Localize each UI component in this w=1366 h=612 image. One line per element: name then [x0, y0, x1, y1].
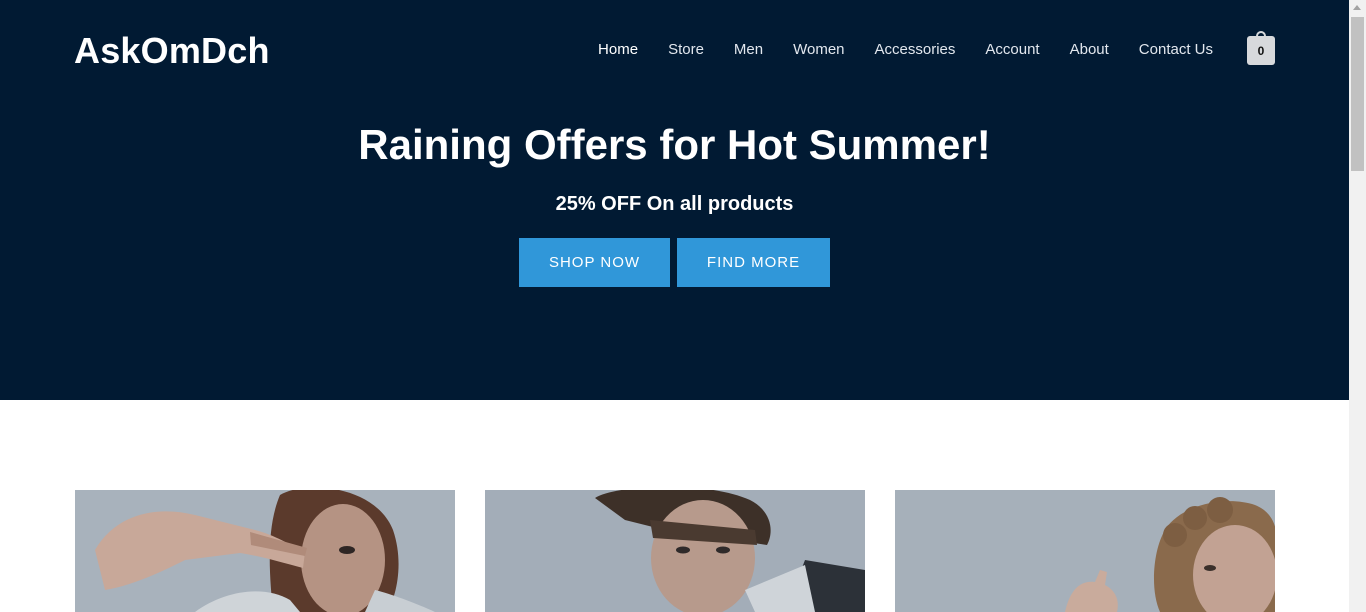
scrollbar-thumb[interactable] [1351, 17, 1364, 171]
woman-peace-sign-image [75, 490, 455, 612]
cart-bag-handle [1256, 31, 1266, 39]
find-more-button[interactable]: FIND MORE [677, 238, 830, 287]
main-nav: Home Store Men Women Accessories Account… [568, 40, 1213, 60]
page: AskOmDch Home Store Men Women Accessorie… [0, 0, 1349, 612]
nav-item-accessories[interactable]: Accessories [875, 40, 956, 60]
woman-peace-sign-photo[interactable] [75, 490, 455, 612]
nav-item-home[interactable]: Home [598, 40, 638, 60]
hero-subtitle: 25% OFF On all products [555, 193, 794, 215]
nav-item-store[interactable]: Store [668, 40, 704, 60]
cart-bag-icon[interactable]: 0 [1247, 31, 1275, 65]
woman-curly-hair-photo[interactable] [895, 490, 1275, 612]
site-logo[interactable]: AskOmDch [74, 30, 270, 72]
page-scrollbar[interactable] [1349, 0, 1366, 612]
man-portrait-image [485, 490, 865, 612]
nav-item-contact-us[interactable]: Contact Us [1139, 40, 1213, 60]
scroll-up-arrow-icon[interactable] [1353, 5, 1361, 10]
shop-now-button[interactable]: SHOP NOW [519, 238, 670, 287]
woman-curly-hair-image [895, 490, 1275, 612]
nav-item-women[interactable]: Women [793, 40, 844, 60]
hero-title: Raining Offers for Hot Summer! [358, 121, 991, 168]
cart-count: 0 [1257, 43, 1265, 58]
man-portrait-photo[interactable] [485, 490, 865, 612]
nav-item-about[interactable]: About [1070, 40, 1109, 60]
hero-section: AskOmDch Home Store Men Women Accessorie… [0, 0, 1349, 400]
nav-item-men[interactable]: Men [734, 40, 763, 60]
nav-item-account[interactable]: Account [985, 40, 1039, 60]
